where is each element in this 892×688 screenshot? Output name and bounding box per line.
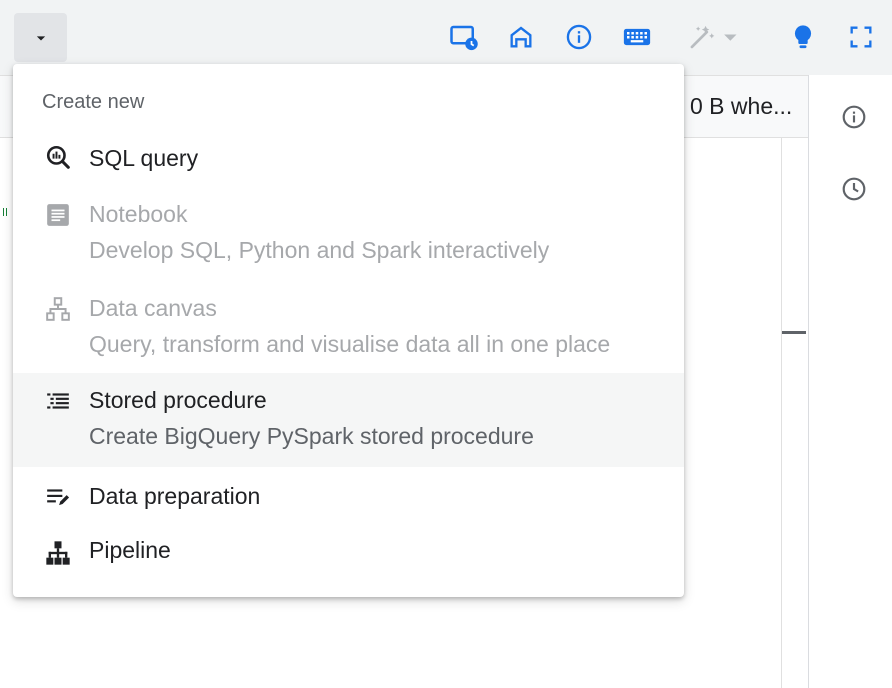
data-canvas-icon [44,295,72,323]
info-icon[interactable] [562,20,596,54]
sql-query-icon [44,143,72,171]
menu-item-title: Data preparation [89,483,261,509]
editor-quote-mark [3,208,7,216]
lightbulb-icon[interactable] [786,20,820,54]
menu-item-subtitle: Create BigQuery PySpark stored procedure [89,423,534,449]
notebook-icon [44,201,72,229]
menu-item-subtitle: Develop SQL, Python and Spark interactiv… [89,237,550,263]
menu-item-title: Data canvas [89,295,217,321]
menu-item-stored-procedure[interactable]: Stored procedure Create BigQuery PySpark… [13,373,684,467]
create-new-menu: Create new SQL query Notebook Develop SQ… [13,64,684,597]
menu-item-title: Notebook [89,201,188,227]
menu-header: Create new [42,91,145,113]
arrow-drop-down-icon [36,35,45,40]
menu-item-pipeline[interactable]: Pipeline [13,525,684,581]
menu-item-subtitle: Query, transform and visualise data all … [89,331,611,357]
history-icon[interactable] [839,174,869,204]
home-icon[interactable] [504,20,538,54]
menu-item-data-canvas: Data canvas Query, transform and visuali… [13,277,684,371]
data-preparation-icon [44,483,72,511]
schedule-screen-icon[interactable] [447,20,481,54]
magic-wand-icon[interactable] [686,20,740,54]
create-new-dropdown-button[interactable] [14,13,67,62]
menu-item-data-preparation[interactable]: Data preparation [13,467,684,525]
menu-item-title: SQL query [89,145,199,171]
menu-item-notebook: Notebook Develop SQL, Python and Spark i… [13,183,684,277]
info-outline-icon[interactable] [839,102,869,132]
right-side-panel [808,75,892,688]
menu-item-title: Stored procedure [89,387,267,413]
menu-item-title: Pipeline [89,537,171,563]
stored-procedure-icon [44,387,72,415]
pipeline-icon [44,539,72,567]
keyboard-icon[interactable] [620,20,654,54]
menu-item-sql-query[interactable]: SQL query [13,131,684,183]
panel-resize-handle[interactable] [782,331,806,334]
bytes-estimate-text: 0 B whe... [690,93,793,119]
fullscreen-icon[interactable] [844,20,878,54]
editor-scrollbar-track [781,138,782,688]
